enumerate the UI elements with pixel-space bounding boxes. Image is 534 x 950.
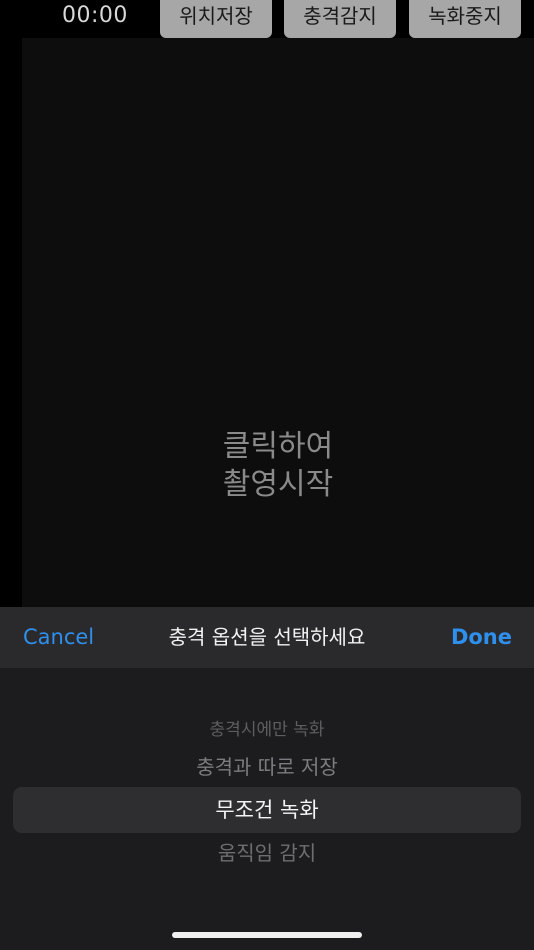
done-button[interactable]: Done: [451, 623, 512, 651]
stop-recording-button[interactable]: 녹화중지: [409, 0, 521, 38]
shock-option-picker[interactable]: 충격시에만 녹화 충격과 따로 저장 무조건 녹화 움직임 감지: [0, 668, 534, 950]
home-indicator: [172, 932, 362, 938]
picker-option-always-record[interactable]: 무조건 녹화: [0, 795, 534, 825]
picker-option-save-separately[interactable]: 충격과 따로 저장: [0, 753, 534, 781]
recording-timer: 00:00: [62, 3, 128, 28]
picker-option-shock-only[interactable]: 충격시에만 녹화: [0, 718, 534, 742]
picker-option-motion-detect[interactable]: 움직임 감지: [0, 839, 534, 867]
top-bar: 00:00 위치저장 충격감지 녹화중지: [0, 0, 534, 38]
prompt-line-1: 클릭하여: [222, 429, 334, 464]
shock-detect-button[interactable]: 충격감지: [284, 0, 396, 38]
camera-preview[interactable]: 클릭하여 촬영시작: [22, 38, 534, 608]
save-location-button[interactable]: 위치저장: [160, 0, 272, 38]
picker-toolbar: Cancel 충격 옵션을 선택하세요 Done: [0, 607, 534, 668]
start-recording-prompt: 클릭하여 촬영시작: [22, 428, 534, 504]
prompt-line-2: 촬영시작: [222, 467, 334, 502]
